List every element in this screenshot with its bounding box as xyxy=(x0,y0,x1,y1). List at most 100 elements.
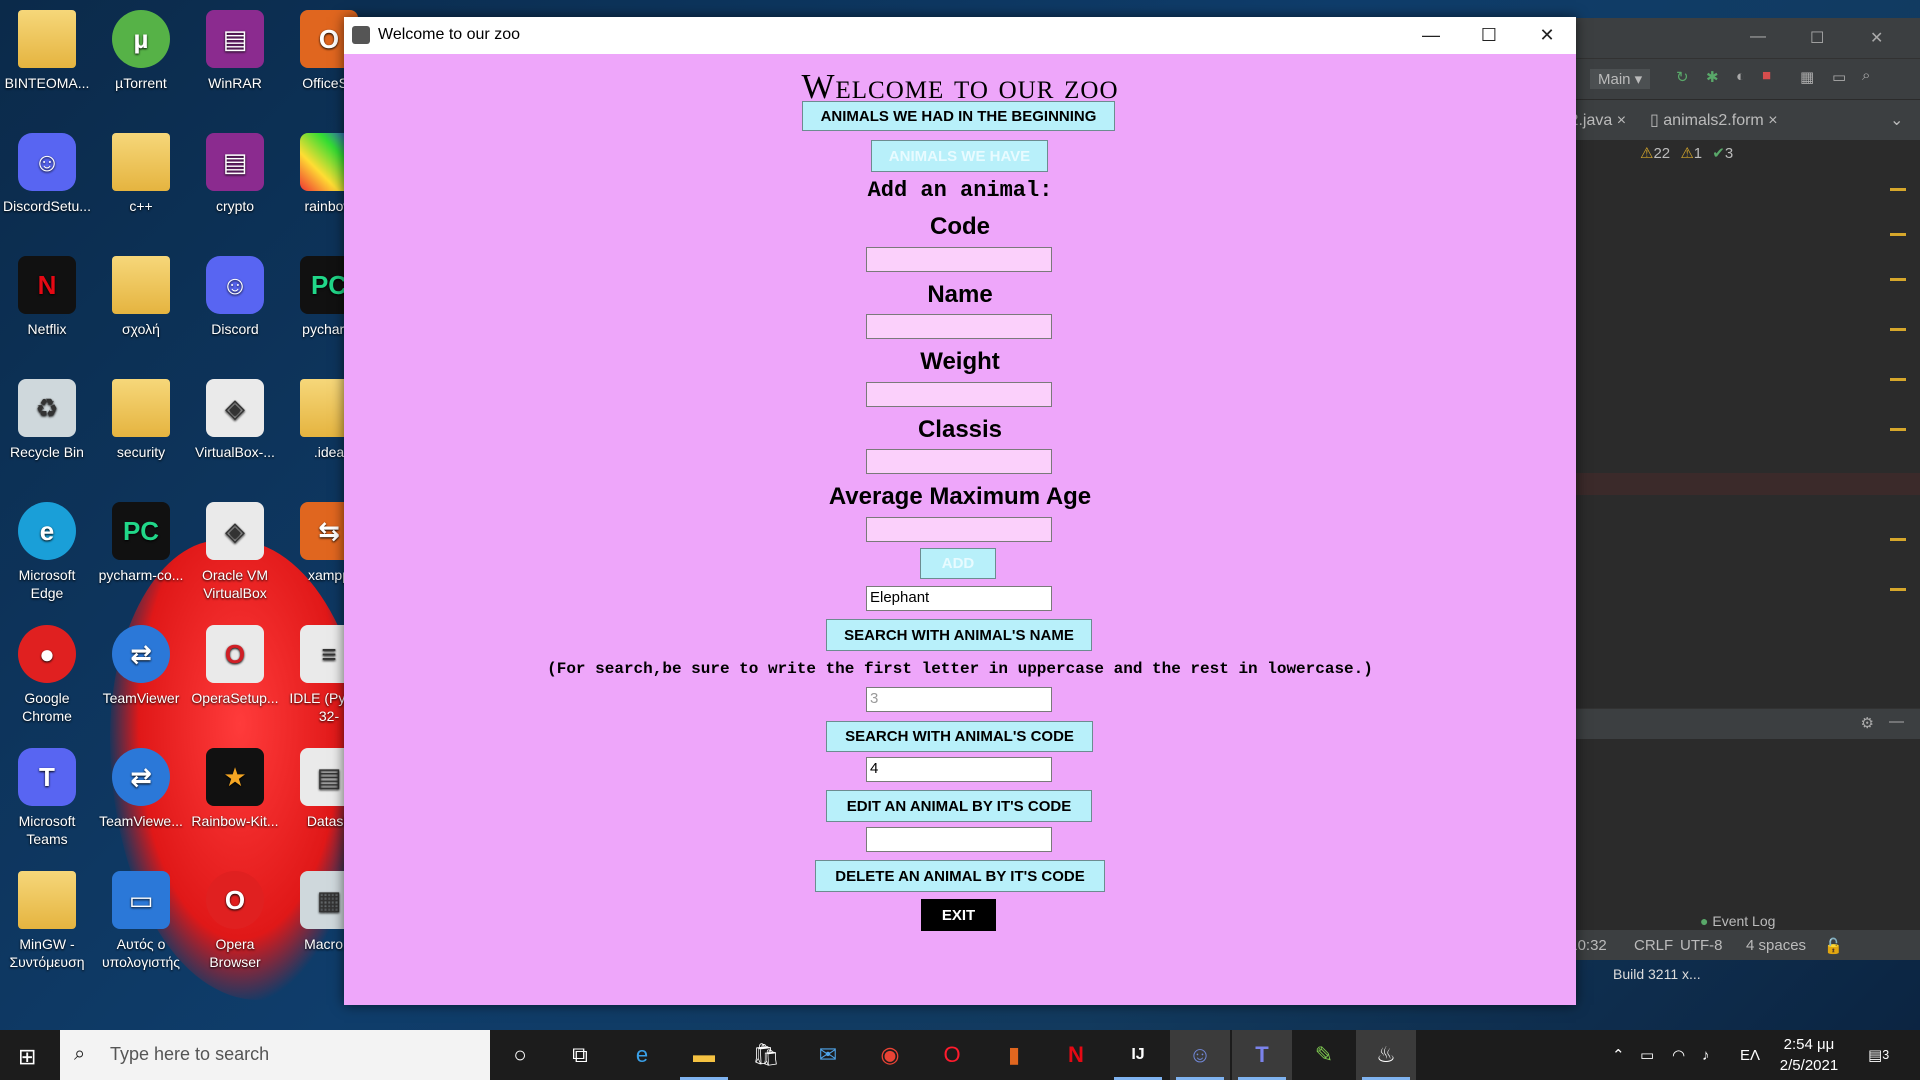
search-by-name-button[interactable]: SEARCH WITH ANIMAL'S NAME xyxy=(826,619,1092,651)
coverage-icon[interactable]: ◐ xyxy=(1736,68,1745,85)
desktop-icon-teamviewer[interactable]: ⇄ TeamViewer xyxy=(96,625,186,707)
search-icon[interactable]: ⌕ xyxy=(1862,67,1870,84)
intellij-icon[interactable]: IJ xyxy=(1108,1030,1168,1080)
task-view-icon[interactable]: ⧉ xyxy=(550,1030,610,1080)
chrome-icon[interactable]: ◉ xyxy=(860,1030,920,1080)
mail-icon[interactable]: ✉ xyxy=(798,1030,858,1080)
store-icon[interactable]: 🛍 xyxy=(736,1030,796,1080)
tab-animals2-form[interactable]: ▯ animals2.form × xyxy=(1650,110,1778,130)
ide-maximize-button[interactable]: ☐ xyxy=(1810,28,1824,48)
hide-panel-icon[interactable]: — xyxy=(1889,713,1904,730)
desktop-icon-winrar[interactable]: ▤ WinRAR xyxy=(190,10,280,92)
debug-icon[interactable]: ✱ xyxy=(1706,68,1719,86)
desktop-icon-discordsetup[interactable]: ☺ DiscordSetu... xyxy=(2,133,92,215)
winrar-icon: ▤ xyxy=(206,133,264,191)
desktop-icon-opera[interactable]: O Opera Browser xyxy=(190,871,280,971)
desktop-icon-this-pc[interactable]: ▭ Αυτός ο υπολογιστής xyxy=(96,871,186,971)
warning-marker[interactable] xyxy=(1890,188,1906,191)
office-icon[interactable]: ▮ xyxy=(984,1030,1044,1080)
average-max-age-input[interactable] xyxy=(866,517,1052,542)
volume-icon[interactable]: ♪ xyxy=(1702,1030,1710,1080)
run-config-select[interactable]: Main ▾ xyxy=(1590,69,1651,89)
name-input[interactable] xyxy=(866,314,1052,339)
desktop-icon-edge[interactable]: e Microsoft Edge xyxy=(2,502,92,602)
indent-setting[interactable]: 4 spaces xyxy=(1746,937,1806,954)
warning-marker[interactable] xyxy=(1890,278,1906,281)
delete-code-input[interactable] xyxy=(866,827,1052,852)
desktop-icon-oracle-vm[interactable]: ◈ Oracle VM VirtualBox xyxy=(190,502,280,602)
line-separator[interactable]: CRLF xyxy=(1634,937,1673,954)
desktop-icon-pycharm-co[interactable]: PC pycharm-co... xyxy=(96,502,186,584)
warning-marker[interactable] xyxy=(1890,233,1906,236)
warning-icon: ⚠ xyxy=(1640,145,1654,162)
search-by-code-button[interactable]: SEARCH WITH ANIMAL'S CODE xyxy=(826,721,1093,752)
event-log-button[interactable]: ● Event Log xyxy=(1700,913,1775,929)
terminal-icon[interactable]: ▭ xyxy=(1832,68,1846,86)
rerun-icon[interactable]: ↻ xyxy=(1676,68,1689,86)
desktop-icon-discord[interactable]: ☺ Discord xyxy=(190,256,280,338)
animals-we-have-button[interactable]: ANIMALS WE HAVE xyxy=(871,140,1048,172)
search-code-input[interactable]: 3 xyxy=(866,687,1052,712)
language-indicator[interactable]: ΕΛ xyxy=(1740,1030,1760,1080)
taskbar-search-box[interactable]: ⌕ Type here to search xyxy=(60,1030,490,1080)
desktop-icon-opera-setup[interactable]: O OperaSetup... xyxy=(190,625,280,707)
desktop-icon-utorrent[interactable]: µ µTorrent xyxy=(96,10,186,92)
lock-icon[interactable]: 🔓 xyxy=(1824,937,1843,955)
close-button[interactable]: ✕ xyxy=(1518,17,1576,54)
discord-icon[interactable]: ☺ xyxy=(1170,1030,1230,1080)
netflix-icon[interactable]: N xyxy=(1046,1030,1106,1080)
project-structure-icon[interactable]: ▦ xyxy=(1800,68,1814,86)
warning-marker[interactable] xyxy=(1890,588,1906,591)
classis-input[interactable] xyxy=(866,449,1052,474)
edit-code-input[interactable]: 4 xyxy=(866,757,1052,782)
java-app-icon[interactable]: ♨ xyxy=(1356,1030,1416,1080)
warning-marker[interactable] xyxy=(1890,428,1906,431)
opera-icon[interactable]: O xyxy=(922,1030,982,1080)
desktop-icon-teams[interactable]: T Microsoft Teams xyxy=(2,748,92,848)
file-encoding[interactable]: UTF-8 xyxy=(1680,937,1723,954)
desktop-icon-teamviewer-2[interactable]: ⇄ TeamViewe... xyxy=(96,748,186,830)
edge-icon[interactable]: e xyxy=(612,1030,672,1080)
desktop-icon-mingw[interactable]: MinGW - Συντόμευση xyxy=(2,871,92,971)
desktop-icon-sxoli[interactable]: σχολή xyxy=(96,256,186,338)
ide-minimize-button[interactable]: — xyxy=(1750,28,1766,46)
delete-animal-button[interactable]: DELETE AN ANIMAL BY IT'S CODE xyxy=(815,860,1105,892)
wifi-icon[interactable]: ◠ xyxy=(1672,1030,1685,1080)
settings-gear-icon[interactable]: ⚙ xyxy=(1861,714,1874,732)
search-name-input[interactable]: Elephant xyxy=(866,586,1052,611)
teams-icon[interactable]: T xyxy=(1232,1030,1292,1080)
animals-beginning-button[interactable]: ANIMALS WE HAD IN THE BEGINNING xyxy=(802,101,1115,131)
file-explorer-icon[interactable]: ▬ xyxy=(674,1030,734,1080)
window-titlebar[interactable]: Welcome to our zoo — ☐ ✕ xyxy=(344,17,1576,54)
cortana-icon[interactable]: ○ xyxy=(490,1030,550,1080)
code-input[interactable] xyxy=(866,247,1052,272)
windows-start-icon[interactable]: ⊞ xyxy=(18,1044,36,1070)
show-hidden-icons-icon[interactable]: ⌃ xyxy=(1612,1030,1625,1080)
desktop-icon-cpp[interactable]: c++ xyxy=(96,133,186,215)
desktop-icon-netflix[interactable]: N Netflix xyxy=(2,256,92,338)
desktop-icon-crypto[interactable]: ▤ crypto xyxy=(190,133,280,215)
edit-animal-button[interactable]: EDIT AN ANIMAL BY IT'S CODE xyxy=(826,790,1092,822)
weight-input[interactable] xyxy=(866,382,1052,407)
notepad-icon[interactable]: ✎ xyxy=(1294,1030,1354,1080)
desktop-icon-recycle-bin[interactable]: ♻ Recycle Bin xyxy=(2,379,92,461)
desktop-icon-virtualbox-setup[interactable]: ◈ VirtualBox-... xyxy=(190,379,280,461)
exit-button[interactable]: EXIT xyxy=(921,899,996,931)
warning-marker[interactable] xyxy=(1890,538,1906,541)
minimize-button[interactable]: — xyxy=(1402,17,1460,54)
desktop-icon-binteoma[interactable]: BINTEOMA... xyxy=(2,10,92,92)
inspection-summary[interactable]: ⚠22 ⚠1 ✔3 xyxy=(1640,144,1733,162)
add-button[interactable]: ADD xyxy=(920,548,996,579)
stop-icon[interactable]: ■ xyxy=(1762,67,1771,84)
warning-marker[interactable] xyxy=(1890,328,1906,331)
battery-icon[interactable]: ▭ xyxy=(1640,1030,1654,1080)
taskbar-clock[interactable]: 2:54 μμ 2/5/2021 xyxy=(1774,1034,1844,1076)
tab-list-chevron-icon[interactable]: ⌄ xyxy=(1890,110,1903,130)
notifications-icon[interactable]: ▤ 3 xyxy=(1868,1030,1889,1080)
desktop-icon-rainbow-kit[interactable]: ★ Rainbow-Kit... xyxy=(190,748,280,830)
warning-marker[interactable] xyxy=(1890,378,1906,381)
maximize-button[interactable]: ☐ xyxy=(1460,17,1518,54)
ide-close-button[interactable]: ✕ xyxy=(1870,28,1883,48)
desktop-icon-security[interactable]: security xyxy=(96,379,186,461)
desktop-icon-chrome[interactable]: ● Google Chrome xyxy=(2,625,92,725)
